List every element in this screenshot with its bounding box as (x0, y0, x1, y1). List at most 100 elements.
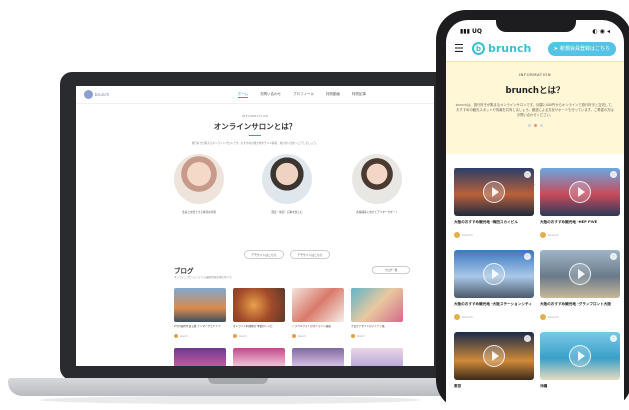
feature-caption-3: 各種講座に向けてアフターサポート (356, 211, 398, 214)
title-underline (249, 135, 261, 136)
arrow-right-icon: ➤ (553, 45, 558, 52)
video-card[interactable]: ♡ 沖縄 (540, 332, 620, 394)
logo-icon (84, 90, 93, 99)
heart-icon[interactable]: ♡ (610, 171, 617, 178)
carousel-dot[interactable] (527, 124, 531, 127)
nav-item-videos[interactable]: 特別動画 (326, 92, 340, 98)
play-icon[interactable] (569, 181, 591, 203)
phone-notch (496, 20, 576, 32)
feature-image-2 (262, 154, 312, 204)
blog-card-image (292, 288, 344, 322)
blog-card-image (292, 348, 344, 366)
avatar (540, 314, 546, 320)
info-title: brunchとは？ (505, 86, 565, 96)
carousel-dot-active[interactable] (533, 124, 537, 127)
blog-card-image (174, 288, 226, 322)
blog-card[interactable]: ブログデザインのアイデア集 brunch (351, 288, 403, 338)
phone-app-header: ☰ b brunch ➤ 新規会員登録はこちら (446, 36, 624, 62)
laptop-logo[interactable]: brunch (84, 90, 109, 99)
heart-icon[interactable]: ♡ (610, 253, 617, 260)
heart-icon[interactable]: ♡ (524, 253, 531, 260)
video-card[interactable]: ♡ 大阪のおすすめ観光地 -HEP FIVE brunch (540, 168, 620, 238)
blog-title: ブログ (174, 267, 194, 275)
blog-card[interactable]: トラベルフォトのオンライン講座 brunch (292, 288, 344, 338)
nav-item-contact[interactable]: お問い合わせ (260, 92, 281, 98)
nav-item-profile[interactable]: プロフィール (293, 92, 314, 98)
carousel-dots[interactable] (446, 124, 624, 127)
play-icon[interactable] (483, 263, 505, 285)
video-card-title: 大阪のおすすめ観光地 -梅田スカイビル (454, 220, 518, 224)
laptop-screen: brunch ホーム お問い合わせ プロフィール 特別動画 特別記事 INFOR… (76, 86, 434, 366)
play-icon[interactable] (569, 263, 591, 285)
blog-card[interactable]: 2つの都市を巡る旅 デンマークとドイツ brunch (174, 288, 226, 338)
video-card-title: 沖縄 (540, 384, 548, 388)
avatar (454, 232, 460, 238)
feature-caption-2: 限定・動画・記事を楽しむ (271, 211, 303, 214)
feature-image-1 (174, 154, 224, 204)
blog-card-title: オンライン料理教室 季節のレシピ (233, 325, 273, 328)
blog-card-title: 2つの都市を巡る旅 デンマークとドイツ (174, 325, 221, 328)
blog-card-image (351, 348, 403, 366)
device-mockup: brunch ホーム お問い合わせ プロフィール 特別動画 特別記事 INFOR… (0, 0, 629, 410)
carousel-dot[interactable] (539, 124, 543, 127)
blog-more-button[interactable]: ブログ一覧 (372, 266, 410, 274)
blog-card-image (233, 348, 285, 366)
video-card[interactable]: ♡ 大阪のおすすめ観光地 -大阪ステーションシティ brunch (454, 250, 534, 320)
video-thumbnail: ♡ (454, 168, 534, 216)
demo-button-1[interactable]: デモサイトはこちら (244, 250, 284, 259)
play-icon[interactable] (483, 345, 505, 367)
blog-card-title: ブログデザインのアイデア集 (351, 325, 385, 328)
info-label: INFORMATION (518, 72, 552, 77)
video-card-author: brunch (454, 314, 534, 320)
avatar (233, 334, 237, 338)
video-thumbnail: ♡ (454, 250, 534, 298)
video-card[interactable]: ♡ 東京 (454, 332, 534, 394)
blog-card-author: brunch (233, 334, 285, 338)
video-card[interactable]: ♡ 大阪のおすすめ観光地 -梅田スカイビル brunch (454, 168, 534, 238)
feature-list: 会員と交流できる特別な時間 限定・動画・記事を楽しむ 各種講座に向けてアフターサ… (76, 154, 434, 224)
avatar (454, 314, 460, 320)
feature-caption-1: 会員と交流できる特別な時間 (182, 211, 216, 214)
blog-card-author: brunch (351, 334, 403, 338)
heart-icon[interactable]: ♡ (524, 335, 531, 342)
play-icon[interactable] (569, 345, 591, 367)
video-card-title: 大阪のおすすめ観光地 -HEP FIVE (540, 220, 598, 224)
laptop-site-header: brunch ホーム お問い合わせ プロフィール 特別動画 特別記事 (76, 86, 434, 104)
blog-card[interactable]: オンライン料理教室 季節のレシピ brunch (233, 288, 285, 338)
feature-image-3 (352, 154, 402, 204)
phone-logo[interactable]: b brunch (472, 42, 531, 55)
demo-button-2[interactable]: デモサイトはこちら (290, 250, 330, 259)
video-thumbnail: ♡ (540, 332, 620, 380)
video-thumbnail: ♡ (540, 250, 620, 298)
blog-card-image (174, 348, 226, 366)
video-card-author: brunch (540, 314, 620, 320)
heart-icon[interactable]: ♡ (610, 335, 617, 342)
laptop-hinge (208, 378, 268, 384)
video-card[interactable]: ♡ 大阪のおすすめ観光地 -グランフロント大阪 brunch (540, 250, 620, 320)
hamburger-menu-icon[interactable]: ☰ (454, 42, 468, 55)
blog-card-author: brunch (174, 334, 226, 338)
video-card-title: 東京 (454, 384, 462, 388)
avatar (540, 232, 546, 238)
signup-button[interactable]: ➤ 新規会員登録はこちら (547, 41, 616, 56)
play-icon[interactable] (483, 181, 505, 203)
section-label: INFORMATION (241, 114, 269, 118)
video-card-author: brunch (540, 232, 620, 238)
nav-item-home[interactable]: ホーム (237, 92, 249, 98)
status-icons: ◐ ◉ ◂ (592, 27, 610, 35)
laptop-shadow (40, 396, 420, 404)
avatar (292, 334, 296, 338)
section-title: オンラインサロンとは？ (213, 122, 297, 131)
avatar (174, 334, 178, 338)
video-card-title: 大阪のおすすめ観光地 -大阪ステーションシティ (454, 302, 532, 306)
video-thumbnail: ♡ (454, 332, 534, 380)
blog-description: オンラインサロンについての最新情報を発信中です。 (174, 276, 234, 279)
video-thumbnail: ♡ (540, 168, 620, 216)
blog-card-image (351, 288, 403, 322)
nav-item-articles[interactable]: 特別記事 (352, 92, 366, 98)
info-description: brunchは、旅行好きが集まるオンラインサロンです。月額2,000円からオンラ… (455, 103, 615, 117)
video-card-title: 大阪のおすすめ観光地 -グランフロント大阪 (540, 302, 611, 306)
heart-icon[interactable]: ♡ (524, 171, 531, 178)
blog-card-author: brunch (292, 334, 344, 338)
avatar (351, 334, 355, 338)
